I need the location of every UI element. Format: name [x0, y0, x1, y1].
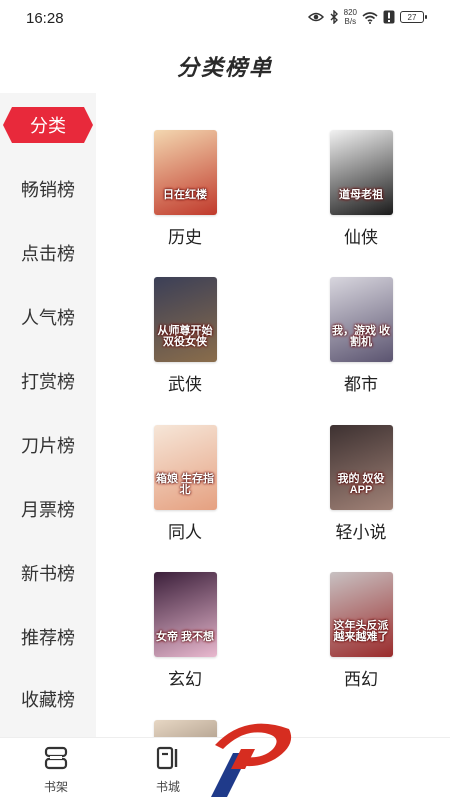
category-item[interactable]: 我，游戏 收割机 都市 [301, 277, 421, 395]
sidebar-item-bestseller[interactable]: 畅销榜 [0, 169, 96, 209]
sidebar-item-clicks[interactable]: 点击榜 [0, 233, 96, 273]
sidebar-item-label: 收藏榜 [21, 690, 75, 710]
bookstore-icon [155, 746, 181, 775]
sidebar-item-blades[interactable]: 刀片榜 [0, 425, 96, 465]
category-grid: 日在红楼 历史 道母老祖 仙侠 从师尊开始 双役女侠 武侠 我，游戏 收割机 都… [96, 93, 450, 737]
category-name: 历史 [168, 228, 202, 247]
book-cover[interactable]: 道母老祖 [329, 130, 393, 215]
category-name: 轻小说 [335, 523, 387, 542]
sidebar-item-label: 推荐榜 [21, 628, 75, 648]
book-cover[interactable]: 这年头反派 越来越难了 [329, 572, 393, 657]
bluetooth-icon [329, 10, 339, 24]
sidebar-item-label: 新书榜 [21, 564, 75, 584]
sidebar-item-recommended[interactable]: 推荐榜 [0, 617, 96, 657]
cover-title: 我的 奴役APP [337, 473, 385, 496]
cover-art [329, 425, 393, 510]
status-icons: 820 B/s 27 [307, 8, 427, 26]
category-name: 仙侠 [344, 228, 378, 247]
alert-icon [383, 10, 395, 24]
book-cover[interactable]: 日在红楼 [153, 130, 217, 215]
category-name: 武侠 [168, 375, 202, 394]
category-name: 同人 [168, 523, 202, 542]
sidebar-item-label: 月票榜 [21, 500, 75, 520]
book-cover[interactable]: 从师尊开始 双役女侠 [153, 277, 217, 362]
page-title: 分类榜单 [176, 55, 273, 80]
category-name: 玄幻 [168, 670, 202, 689]
nav-label: 书架 [43, 780, 68, 794]
book-cover[interactable]: 女帝 我不想 [153, 572, 217, 657]
cover-title: 日在红楼 [163, 189, 207, 201]
category-item[interactable]: 我的 奴役APP 轻小说 [301, 425, 421, 543]
sidebar-item-monthly-votes[interactable]: 月票榜 [0, 489, 96, 529]
category-item[interactable]: 日在红楼 历史 [125, 130, 245, 248]
cover-art [153, 130, 217, 215]
bookshelf-icon [43, 746, 69, 775]
cover-title: 这年头反派 越来越难了 [333, 620, 389, 643]
cover-art [153, 425, 217, 510]
cover-title: 箱娘 生存指北 [155, 473, 215, 496]
status-time: 16:28 [26, 10, 64, 27]
net-speed-value: 820 [343, 8, 357, 17]
category-item[interactable]: 箱娘 生存指北 同人 [125, 425, 245, 543]
category-item[interactable]: 道母老祖 仙侠 [301, 130, 421, 248]
cover-art [329, 277, 393, 362]
sidebar-item-label: 人气榜 [21, 308, 75, 328]
cover-art [153, 277, 217, 362]
sidebar-item-popularity[interactable]: 人气榜 [0, 297, 96, 337]
nav-bookstore[interactable]: 书城 [138, 746, 198, 795]
book-cover[interactable]: 我的 奴役APP [329, 425, 393, 510]
category-item[interactable]: 这年头反派 越来越难了 西幻 [301, 572, 421, 690]
sidebar-item-new-books[interactable]: 新书榜 [0, 553, 96, 593]
sidebar-item-label: 打赏榜 [21, 372, 75, 392]
sidebar-item-label: 畅销榜 [21, 180, 75, 200]
book-cover[interactable]: 我，游戏 收割机 [329, 277, 393, 362]
category-item[interactable]: 女帝 我不想 玄幻 [125, 572, 245, 690]
sidebar-item-favorites[interactable]: 收藏榜 [0, 679, 96, 719]
cover-art [329, 572, 393, 657]
cover-title: 从师尊开始 双役女侠 [157, 325, 213, 348]
cover-art [153, 572, 217, 657]
nav-label: 书城 [155, 780, 180, 794]
sidebar-item-label: 分类 [30, 116, 66, 136]
sidebar-item-label: 刀片榜 [21, 436, 75, 456]
status-bar: 16:28 820 B/s 27 [0, 0, 450, 38]
sidebar-item-category[interactable]: 分类 [3, 107, 93, 143]
cover-title: 道母老祖 [339, 189, 383, 201]
battery-icon: 27 [400, 11, 427, 23]
net-speed: 820 B/s [344, 8, 357, 26]
cover-art [329, 130, 393, 215]
wifi-icon [362, 11, 378, 24]
net-speed-unit: B/s [344, 17, 357, 26]
sidebar-item-label: 点击榜 [21, 244, 75, 264]
nav-bookshelf[interactable]: 书架 [26, 746, 86, 795]
category-item[interactable]: 从师尊开始 双役女侠 武侠 [125, 277, 245, 395]
cover-title: 女帝 我不想 [155, 631, 215, 643]
book-cover[interactable]: 箱娘 生存指北 [153, 425, 217, 510]
category-name: 西幻 [344, 670, 378, 689]
sidebar-item-rewards[interactable]: 打赏榜 [0, 361, 96, 401]
cover-title: 我，游戏 收割机 [331, 325, 391, 348]
sidebar: 分类 畅销榜 点击榜 人气榜 打赏榜 刀片榜 月票榜 新书榜 推荐榜 收藏榜 [0, 93, 96, 737]
eye-icon [307, 11, 324, 23]
brand-logo [211, 723, 292, 797]
category-name: 都市 [344, 375, 378, 394]
